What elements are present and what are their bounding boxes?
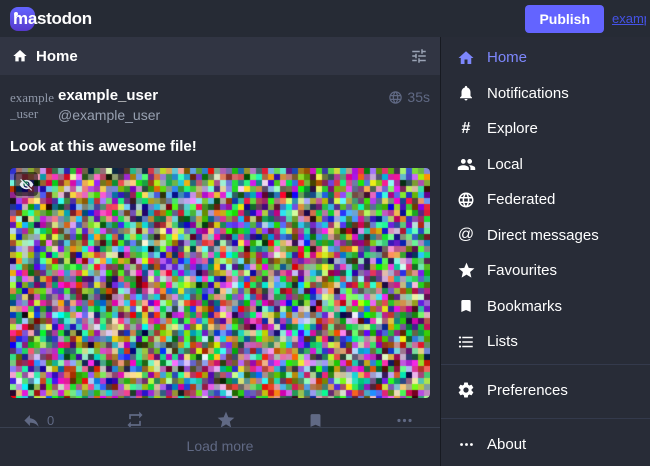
nav-label: Explore: [487, 120, 538, 137]
profile-link[interactable]: example_user: [612, 11, 646, 26]
author-names[interactable]: example_user @example_user: [58, 87, 388, 124]
nav-label: About: [487, 436, 526, 453]
brand-wordmark: mastodon: [13, 9, 92, 29]
users-icon: [456, 155, 476, 174]
gear-icon: [456, 381, 476, 399]
nav-item-bookmarks[interactable]: Bookmarks: [441, 289, 650, 325]
topbar-right: Publish example_user: [525, 5, 646, 33]
nav-label: Federated: [487, 191, 555, 208]
display-name: example_user: [58, 87, 388, 106]
bell-icon: [456, 84, 476, 102]
nav-label: Local: [487, 156, 523, 173]
mastodon-app: mastodon Publish example_user Home exam: [0, 0, 650, 466]
nav-item-preferences[interactable]: Preferences: [441, 365, 650, 416]
list-icon: [456, 333, 476, 351]
noise-image[interactable]: [10, 168, 430, 398]
hashtag-icon: #: [456, 121, 476, 137]
nav-item-favourites[interactable]: Favourites: [441, 253, 650, 289]
status-text: Look at this awesome file!: [10, 137, 430, 157]
nav-item-about[interactable]: About: [441, 419, 650, 466]
nav-label: Home: [487, 49, 527, 66]
account-handle: @example_user: [58, 106, 388, 124]
nav-item-local[interactable]: Local: [441, 147, 650, 183]
home-icon: [456, 49, 476, 67]
topbar: mastodon Publish example_user: [0, 0, 650, 37]
nav-label: Lists: [487, 333, 518, 350]
bookmark-icon: [456, 298, 476, 314]
relative-timestamp: 35s: [407, 89, 430, 105]
star-icon: [456, 261, 476, 280]
public-visibility-globe-icon: [388, 90, 403, 105]
nav-label: Direct messages: [487, 227, 599, 244]
column-title: Home: [36, 48, 78, 65]
nav-item-federated[interactable]: Federated: [441, 182, 650, 218]
nav-label: Notifications: [487, 85, 569, 102]
home-timeline-column: Home example_user example_user @example_…: [0, 37, 441, 466]
load-more-button[interactable]: Load more: [0, 427, 440, 466]
eye-slash-icon: [19, 177, 34, 192]
status-header: example_user example_user @example_user …: [10, 87, 430, 133]
nav-label: Favourites: [487, 262, 557, 279]
avatar[interactable]: example_user: [10, 87, 56, 133]
main-area: Home example_user example_user @example_…: [0, 37, 650, 466]
navigation-panel: Home Notifications # Explore Local: [441, 37, 650, 466]
column-header[interactable]: Home: [0, 37, 440, 75]
at-sign-icon: @: [456, 227, 476, 243]
globe-icon: [456, 191, 476, 209]
nav-item-home[interactable]: Home: [441, 40, 650, 76]
nav-item-notifications[interactable]: Notifications: [441, 76, 650, 112]
nav-item-direct-messages[interactable]: @ Direct messages: [441, 218, 650, 254]
status-post: example_user example_user @example_user …: [0, 75, 440, 427]
nav-item-explore[interactable]: # Explore: [441, 111, 650, 147]
reply-count: 0: [47, 413, 54, 428]
hide-media-button[interactable]: [14, 172, 38, 196]
publish-button[interactable]: Publish: [525, 5, 604, 33]
media-attachment[interactable]: [10, 168, 430, 398]
nav-label: Bookmarks: [487, 298, 562, 315]
timestamp-link[interactable]: 35s: [388, 87, 430, 105]
home-icon: [12, 48, 28, 64]
nav-item-lists[interactable]: Lists: [441, 324, 650, 360]
nav-label: Preferences: [487, 382, 568, 399]
mastodon-logo[interactable]: mastodon: [10, 5, 92, 33]
column-settings-sliders-icon[interactable]: [410, 47, 428, 65]
ellipsis-icon: [456, 436, 476, 453]
